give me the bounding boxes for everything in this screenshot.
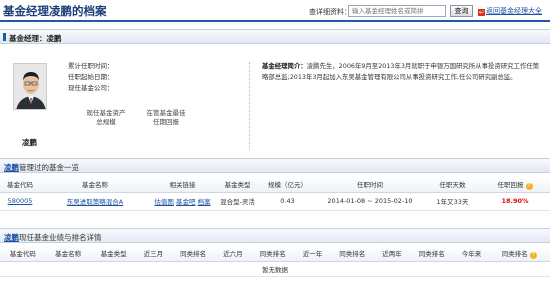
table-row: 暂无数据	[0, 261, 550, 277]
col-period: 任职时间	[315, 177, 425, 193]
perf-col: 近一年	[295, 246, 330, 262]
perf-section-title: 凌鹏现任基金业绩与排名详情	[4, 232, 102, 243]
fund-scale: 0.43	[260, 192, 315, 211]
perf-table: 基金代码 基金名称 基金类型 近三月 同类排名 近六月 同类排名 近一年 同类排…	[0, 246, 550, 277]
page-title: 基金经理凌鹏的档案	[3, 4, 107, 18]
perf-section-suffix: 现任基金业绩与排名详情	[19, 233, 102, 242]
fund-days: 1年又33天	[425, 192, 480, 211]
total-assets-line1: 现任基金资产	[86, 109, 126, 117]
col-fund-type: 基金类型	[215, 177, 260, 193]
total-assets-line2: 总规模	[96, 118, 116, 126]
manager-avatar	[13, 63, 47, 110]
col-days: 任职天数	[425, 177, 480, 193]
return-link-label: 返回基金经理大全	[486, 7, 542, 15]
manager-name-link-2[interactable]: 凌鹏	[4, 233, 19, 242]
col-fund-code: 基金代码	[0, 177, 40, 193]
fund-archive-link[interactable]: 档案	[198, 198, 211, 206]
funds-section-bar: 凌鹏管理过的基金一览	[0, 158, 550, 173]
profile-divider	[249, 62, 250, 150]
perf-col: 近六月	[215, 246, 250, 262]
funds-table: 基金代码 基金名称 相关链接 基金类型 规模（亿元） 任职时间 任职天数 任职回…	[0, 177, 550, 211]
fund-type: 混合型-灵活	[215, 192, 260, 211]
perf-col: 今年来	[454, 246, 489, 262]
col-links: 相关链接	[150, 177, 215, 193]
funds-table-header: 基金代码 基金名称 相关链接 基金类型 规模（亿元） 任职时间 任职天数 任职回…	[0, 177, 550, 193]
perf-col: 近三月	[136, 246, 171, 262]
avatar-image	[14, 64, 46, 109]
page-header: 基金经理凌鹏的档案 查详细资料： 查询 ↩返回基金经理大全	[0, 0, 550, 22]
fund-return: 18.90%	[480, 192, 550, 211]
col-fund-name: 基金名称	[40, 177, 150, 193]
perf-section-bar: 凌鹏现任基金业绩与排名详情	[0, 228, 550, 243]
return-icon: ↩	[478, 9, 485, 16]
perf-col: 同类排名	[249, 246, 296, 262]
fund-name-link[interactable]: 东吴进取策略混合A	[67, 198, 123, 206]
manager-bio: 基金经理简介：凌鹏先生，2006年9月至2013年3月就职于申银万国研究所从事投…	[262, 61, 542, 83]
col-return-label: 任职回报	[497, 180, 524, 189]
perf-col: 同类排名	[329, 246, 375, 262]
perf-col: 基金类型	[90, 246, 137, 262]
help-icon[interactable]: ?	[529, 251, 537, 259]
valuation-chart-link[interactable]: 估值图	[154, 198, 174, 206]
fund-code-link[interactable]: 580005	[8, 197, 33, 205]
search-button[interactable]: 查询	[450, 5, 473, 17]
profile-section-bar: 基金经理：凌鹏	[0, 29, 550, 44]
section-marker	[3, 33, 6, 41]
best-return-line1: 在管基金最佳	[146, 109, 186, 117]
perf-col: 同类排名	[170, 246, 216, 262]
manager-name-link[interactable]: 凌鹏	[4, 163, 19, 172]
col-return: 任职回报 ?	[480, 177, 550, 193]
query-label: 查详细资料：	[309, 8, 351, 16]
return-manager-list-link[interactable]: ↩ 返回基金经理大全	[478, 6, 542, 16]
fund-period: 2014-01-08 ~ 2015-02-10	[315, 192, 425, 211]
funds-section-title: 凌鹏管理过的基金一览	[4, 162, 79, 173]
profile-section-title: 基金经理：凌鹏	[9, 34, 62, 43]
manager-info-lines: 累计任职时间： 任职起始日期： 现任基金公司：	[68, 61, 114, 94]
table-row: 580005 东吴进取策略混合A 估值图 基金吧 档案 混合型-灵活 0.43 …	[0, 192, 550, 211]
fund-forum-link[interactable]: 基金吧	[176, 198, 196, 206]
bio-label: 基金经理简介：	[262, 62, 307, 70]
perf-col: 近两年	[374, 246, 410, 262]
perf-col-label: 同类排名	[501, 249, 528, 258]
best-return-line2: 任期回报	[153, 118, 179, 126]
perf-table-header: 基金代码 基金名称 基金类型 近三月 同类排名 近六月 同类排名 近一年 同类排…	[0, 246, 550, 262]
current-company-label: 现任基金公司：	[68, 84, 114, 92]
col-scale: 规模（亿元）	[260, 177, 315, 193]
tenure-start-label: 任职起始日期：	[68, 73, 114, 81]
perf-col: 同类排名	[409, 246, 455, 262]
perf-col: 同类排名 ?	[488, 246, 550, 262]
help-icon[interactable]: ?	[525, 182, 533, 190]
no-data-text: 暂无数据	[0, 261, 550, 277]
funds-section-suffix: 管理过的基金一览	[19, 163, 79, 172]
total-assets-stat: 现任基金资产 总规模	[80, 109, 132, 127]
tenure-total-label: 累计任职时间：	[68, 62, 114, 70]
perf-col: 基金名称	[45, 246, 91, 262]
perf-col: 基金代码	[0, 246, 46, 262]
manager-search-input[interactable]	[348, 5, 446, 17]
manager-name: 凌鹏	[22, 138, 37, 147]
best-return-stat: 在管基金最佳 任期回报	[140, 109, 192, 127]
